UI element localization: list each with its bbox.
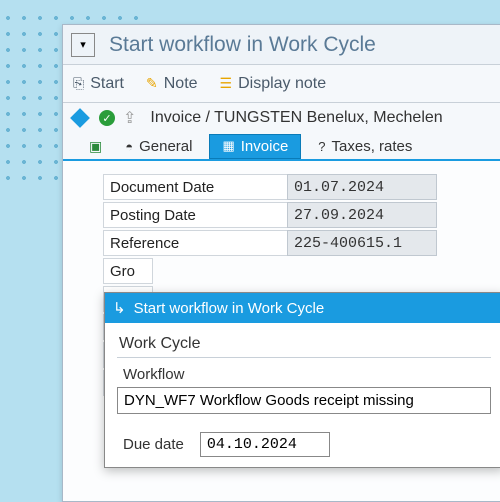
value-posting-date[interactable]: 27.09.2024 [287,202,437,228]
note-button[interactable]: ✎ Note [146,75,198,93]
hat-icon: ◓ [125,139,133,154]
display-note-button[interactable]: ☰ Display note [220,75,327,93]
system-menu-icon[interactable]: ▾ [71,33,95,57]
label-reference: Reference [103,230,287,256]
info-bar: ✓ ⇪ Invoice / TUNGSTEN Benelux, Mechelen [63,103,500,133]
row-reference: Reference 225-400615.1 [103,229,500,257]
start-icon: ⎘ [73,75,84,92]
display-note-icon: ☰ [220,75,233,92]
popup-title-text: Start workflow in Work Cycle [134,300,325,317]
toolbar: ⎘ Start ✎ Note ☰ Display note [63,65,500,103]
start-button[interactable]: ⎘ Start [73,75,124,93]
due-date-label: Due date [123,436,184,453]
row-posting-date: Posting Date 27.09.2024 [103,201,500,229]
tabstrip: ▣ ◓ General ▦ Invoice ? Taxes, rates [63,133,500,161]
tab-taxes-label: Taxes, rates [332,138,413,155]
value-reference[interactable]: 225-400615.1 [287,230,437,256]
status-ok-icon: ✓ [99,110,115,126]
attachment-icon: ⇪ [123,108,136,128]
status-diamond-icon [70,108,90,128]
window-title: Start workflow in Work Cycle [109,33,376,57]
label-partial-0: Gro [103,258,153,284]
workflow-input[interactable] [117,387,491,414]
display-note-label: Display note [238,75,326,93]
label-document-date: Document Date [103,174,287,200]
label-posting-date: Posting Date [103,202,287,228]
tab-general-label: General [139,138,192,155]
workflow-label: Workflow [117,364,491,385]
popup-arrow-icon: ↳ [113,299,126,317]
taxes-icon: ? [318,139,325,154]
value-document-date[interactable]: 01.07.2024 [287,174,437,200]
popup-group-title: Work Cycle [117,333,491,358]
due-date-input[interactable] [200,432,330,457]
popup-titlebar: ↳ Start workflow in Work Cycle [105,293,500,323]
tab-invoice-label: Invoice [241,138,289,155]
breadcrumb: Invoice / TUNGSTEN Benelux, Mechelen [150,109,442,127]
tab-invoice[interactable]: ▦ Invoice [209,134,301,159]
start-label: Start [90,75,124,93]
invoice-icon: ▦ [222,138,234,154]
tab-taxes[interactable]: ? Taxes, rates [305,134,425,159]
tab-general[interactable]: ◓ General [112,134,205,159]
row-document-date: Document Date 01.07.2024 [103,173,500,201]
note-icon: ✎ [146,75,158,92]
folder-icon[interactable]: ▣ [89,138,102,155]
popup-window: ↳ Start workflow in Work Cycle Work Cycl… [104,292,500,468]
titlebar: ▾ Start workflow in Work Cycle [63,25,500,65]
note-label: Note [164,75,198,93]
